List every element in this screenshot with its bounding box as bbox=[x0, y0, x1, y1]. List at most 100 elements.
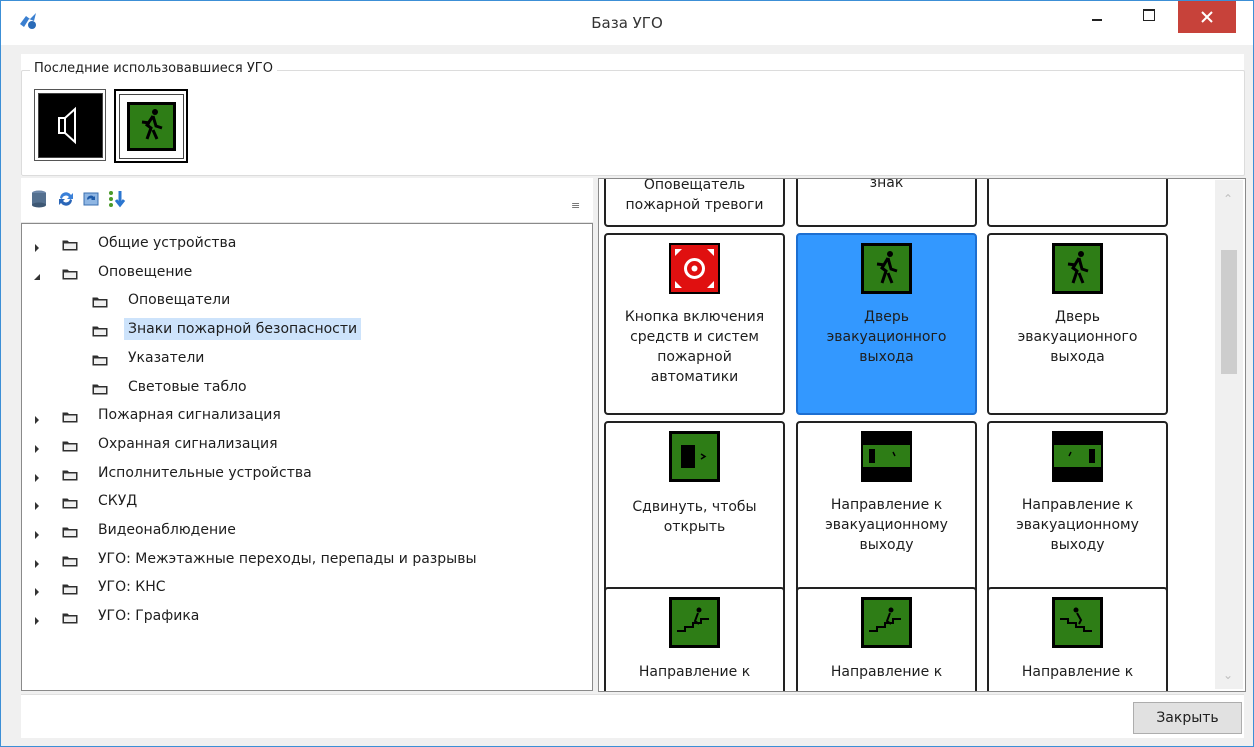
folder-icon bbox=[62, 609, 78, 624]
close-window-button[interactable] bbox=[1178, 1, 1236, 33]
collapsed-arrow-icon[interactable] bbox=[32, 496, 42, 511]
tree-item-label: Охранная сигнализация bbox=[98, 435, 278, 452]
tree-item[interactable]: Исполнительные устройства bbox=[22, 462, 582, 484]
minimize-icon bbox=[1092, 19, 1102, 21]
tree-item-label: Оповещение bbox=[98, 263, 193, 280]
tree-item[interactable]: Видеонаблюдение bbox=[22, 519, 582, 541]
tree-item-label: Видеонаблюдение bbox=[98, 522, 236, 538]
recent-legend: Последние использовавшиеся УГО bbox=[30, 61, 277, 76]
tree-item-label: Общие устройства bbox=[98, 235, 237, 251]
tree-item-label: УГО: Графика bbox=[98, 608, 200, 625]
minimize-button[interactable] bbox=[1076, 1, 1122, 31]
tree-item[interactable]: Общие устройства bbox=[22, 232, 582, 254]
folder-icon bbox=[92, 351, 108, 366]
folder-icon bbox=[62, 408, 78, 423]
tree-item[interactable]: Оповещение bbox=[22, 261, 582, 283]
symbol-tile[interactable]: Направление к bbox=[987, 587, 1168, 691]
collapsed-arrow-icon[interactable] bbox=[32, 525, 42, 539]
toolbar-overflow-icon[interactable]: ≡ bbox=[571, 199, 581, 213]
footer-bar bbox=[21, 694, 1244, 738]
symbol-caption: Направление к bbox=[638, 664, 751, 680]
collapsed-arrow-icon[interactable] bbox=[32, 439, 42, 453]
tree-item[interactable]: УГО: КНС bbox=[22, 576, 582, 598]
exit-door-icon bbox=[127, 102, 176, 151]
recent-item-speaker[interactable] bbox=[34, 89, 106, 161]
exit-direction-right-icon bbox=[861, 431, 912, 482]
symbol-tile[interactable]: Оповещатель пожарной тревоги bbox=[604, 178, 785, 227]
symbol-caption: Направление к bbox=[830, 664, 943, 680]
tree-item[interactable]: УГО: Межэтажные переходы, перепады и раз… bbox=[22, 548, 582, 570]
tree-item-label: Световые табло bbox=[128, 378, 247, 395]
symbol-tile[interactable]: знак bbox=[796, 178, 977, 227]
symbol-tile[interactable]: Кнопка включения средств и систем пожарной… bbox=[604, 233, 785, 415]
exit-door-icon bbox=[1052, 243, 1103, 294]
symbol-tile[interactable]: Дверь эвакуационного выхода bbox=[987, 233, 1168, 415]
tree-item[interactable]: Указатели bbox=[22, 347, 582, 369]
recent-item-exit-door[interactable] bbox=[114, 89, 188, 163]
folder-icon bbox=[62, 437, 78, 452]
collapsed-arrow-icon[interactable] bbox=[32, 611, 42, 626]
symbol-tile[interactable] bbox=[987, 179, 1168, 227]
title-bar[interactable]: База УГО bbox=[1, 1, 1253, 45]
sync-icon[interactable] bbox=[81, 189, 101, 209]
symbol-tile[interactable]: Дверь эвакуационного выхода bbox=[796, 233, 977, 415]
slide-open-icon bbox=[669, 431, 720, 482]
symbol-tile[interactable]: Сдвинуть, чтобы открыть bbox=[604, 421, 785, 603]
refresh-icon[interactable] bbox=[56, 189, 76, 209]
tree-item-label: Указатели bbox=[128, 349, 205, 366]
sort-icon[interactable] bbox=[107, 189, 127, 209]
window-title: База УГО bbox=[591, 14, 663, 32]
tree-item[interactable]: Световые табло bbox=[22, 376, 582, 398]
symbol-caption: Дверь эвакуационного выхода bbox=[1017, 309, 1138, 365]
symbol-caption: Сдвинуть, чтобы открыть bbox=[632, 499, 757, 535]
exit-direction-left-icon bbox=[1052, 431, 1103, 482]
close-dialog-button[interactable]: Закрыть bbox=[1133, 702, 1242, 734]
symbol-grid: Оповещатель пожарной тревоги знак Кнопка вк… bbox=[598, 178, 1246, 692]
tree-item-label: Знаки пожарной безопасности bbox=[124, 318, 362, 341]
scroll-down-icon[interactable]: ⌄ bbox=[1223, 668, 1233, 682]
symbol-caption: Дверь эвакуационного выхода bbox=[826, 309, 947, 365]
scroll-up-icon[interactable]: ⌃ bbox=[1223, 192, 1233, 206]
folder-icon bbox=[62, 523, 78, 538]
collapsed-arrow-icon[interactable] bbox=[32, 554, 42, 568]
tree-item[interactable]: СКУД bbox=[22, 490, 582, 512]
symbol-caption: Оповещатель пожарной тревоги bbox=[625, 178, 764, 213]
folder-icon bbox=[92, 380, 108, 394]
symbol-caption: Направление к эвакуационному выходу bbox=[1016, 497, 1139, 553]
collapsed-arrow-icon[interactable] bbox=[32, 238, 42, 252]
database-icon[interactable] bbox=[29, 189, 49, 209]
collapsed-arrow-icon[interactable] bbox=[32, 468, 42, 482]
grid-scrollbar[interactable]: ⌃ ⌄ bbox=[1215, 180, 1243, 689]
symbol-tile[interactable]: Направление к эвакуационному выходу bbox=[987, 421, 1168, 603]
tree-item[interactable]: Пожарная сигнализация bbox=[22, 404, 582, 426]
stairs-down-icon bbox=[861, 597, 912, 648]
tree-item-label: УГО: КНС bbox=[98, 579, 166, 596]
expanded-arrow-icon[interactable] bbox=[32, 267, 42, 280]
fire-button-icon bbox=[669, 243, 720, 294]
category-tree: Общие устройства Оповещение Оповещатели Зна… bbox=[21, 223, 593, 691]
folder-icon bbox=[62, 236, 78, 251]
collapsed-arrow-icon[interactable] bbox=[32, 410, 42, 425]
scroll-thumb[interactable] bbox=[1221, 250, 1237, 374]
symbol-tile[interactable]: Направление к эвакуационному выходу bbox=[796, 421, 977, 603]
folder-icon bbox=[62, 552, 78, 567]
symbol-caption: знак bbox=[869, 178, 904, 191]
symbol-caption: Направление к эвакуационному выходу bbox=[825, 497, 948, 553]
collapsed-arrow-icon[interactable] bbox=[32, 582, 42, 597]
maximize-button[interactable] bbox=[1127, 1, 1173, 31]
maximize-icon bbox=[1143, 9, 1155, 21]
tree-item-label: Исполнительные устройства bbox=[98, 464, 312, 481]
exit-door-icon bbox=[861, 243, 912, 294]
uGO-database-window: База УГО Последние использовавшиеся УГО bbox=[0, 0, 1254, 747]
tree-item[interactable]: УГО: Графика bbox=[22, 605, 582, 627]
symbol-tile[interactable]: Направление к bbox=[796, 587, 977, 691]
tree-item[interactable]: Знаки пожарной безопасности bbox=[22, 318, 582, 341]
symbol-caption: Направление к bbox=[1021, 664, 1134, 680]
tree-item[interactable]: Охранная сигнализация bbox=[22, 433, 582, 455]
stairs-down-icon bbox=[669, 597, 720, 648]
close-icon bbox=[1201, 11, 1213, 23]
symbol-tile[interactable]: Направление к bbox=[604, 587, 785, 691]
tree-item[interactable]: Оповещатели bbox=[22, 289, 582, 311]
folder-icon bbox=[62, 494, 78, 509]
folder-icon bbox=[62, 580, 78, 595]
